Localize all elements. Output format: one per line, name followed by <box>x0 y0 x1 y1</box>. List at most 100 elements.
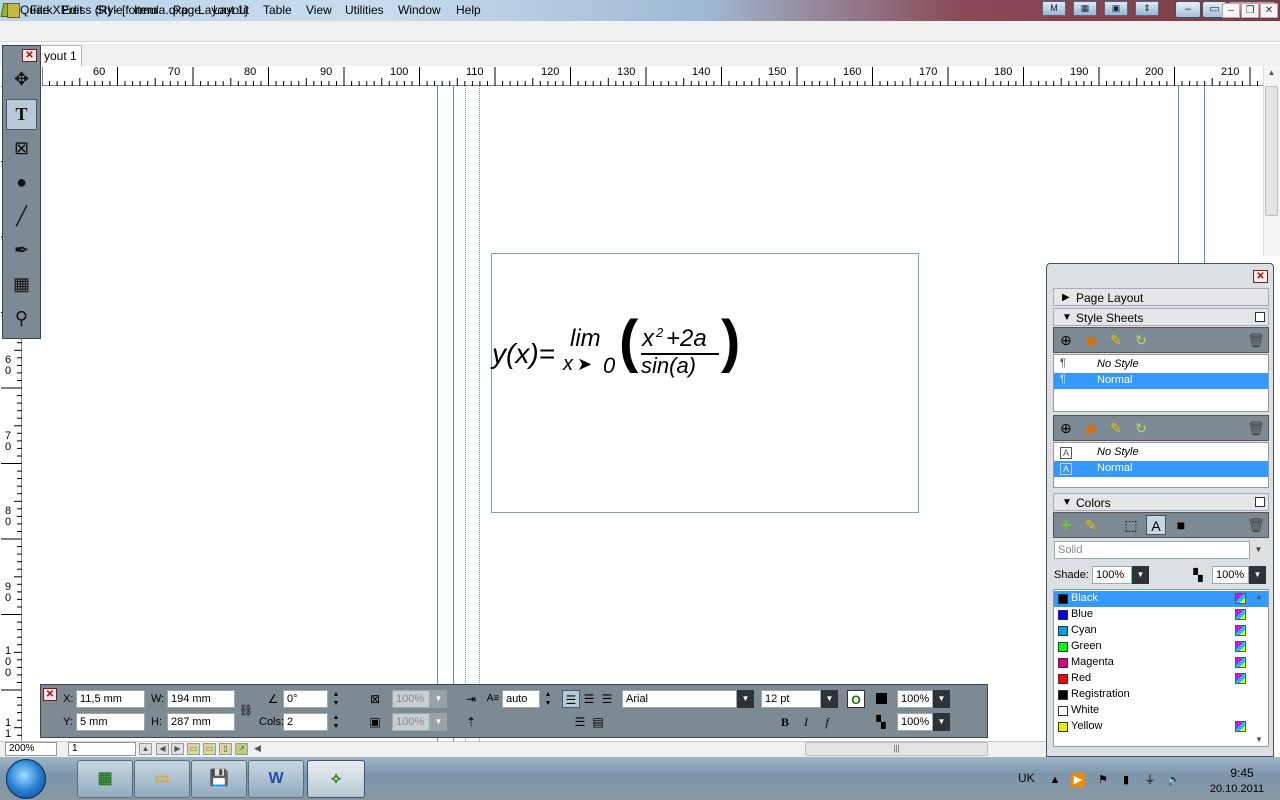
oval-tool-icon[interactable]: ● <box>6 167 37 198</box>
palette-opacity-dropdown[interactable]: ▼ <box>1249 566 1266 584</box>
h-field[interactable]: 287 mm <box>167 713 235 731</box>
menu-edit[interactable]: Edit <box>62 3 83 17</box>
align-right-icon[interactable]: ☰ <box>598 690 616 708</box>
y-field[interactable]: 5 mm <box>76 713 145 731</box>
clock-date[interactable]: 20.10.2011 <box>1202 783 1272 795</box>
quark-tool-a-icon[interactable]: M <box>1042 1 1066 16</box>
doc-minimize-button[interactable]: – <box>1222 3 1240 18</box>
text-box[interactable] <box>491 253 919 513</box>
tray-flag-icon[interactable]: ⚑ <box>1096 773 1110 787</box>
text-color-mode-icon[interactable]: A <box>1146 515 1166 535</box>
leading-field[interactable]: auto <box>502 690 540 708</box>
new-char-style-icon[interactable]: ⊕ <box>1056 418 1076 438</box>
horizontal-scroll-thumb[interactable]: ||| <box>805 742 988 756</box>
edit-style-icon[interactable]: ◉ <box>1081 330 1101 350</box>
character-style-list[interactable]: A No Style A Normal <box>1053 442 1269 488</box>
text-flow-icon[interactable]: ⇥ <box>462 690 480 708</box>
pen-tool-icon[interactable]: ✒ <box>6 235 37 266</box>
align-justify-icon[interactable]: ☰ <box>571 713 589 731</box>
color-item[interactable]: Cyan <box>1054 623 1268 639</box>
word-icon[interactable]: W <box>248 760 304 798</box>
prev-page-icon[interactable]: ◀ <box>156 743 169 755</box>
scroll-up-icon[interactable]: ▲ <box>1265 68 1278 82</box>
list-item[interactable]: ¶ No Style <box>1054 357 1268 373</box>
color-item[interactable]: Blue <box>1054 607 1268 623</box>
document-icon[interactable] <box>7 3 20 18</box>
pencil-icon[interactable]: ✎ <box>1106 418 1126 438</box>
link-icon[interactable]: ⛓ <box>237 702 255 720</box>
language-indicator[interactable]: UK <box>1018 771 1035 785</box>
edit-char-style-icon[interactable]: ◉ <box>1081 418 1101 438</box>
page-field[interactable]: 1 <box>68 742 136 756</box>
list-scroll-down-icon[interactable]: ▼ <box>1255 735 1263 744</box>
align-left-icon[interactable]: ☰ <box>562 690 580 708</box>
tray-device-icon[interactable]: ⏚ <box>1143 773 1157 787</box>
text-inset-icon[interactable]: ⇡ <box>462 713 480 731</box>
opacity-dropdown-1[interactable]: ▼ <box>430 690 447 708</box>
size-field[interactable]: 12 pt <box>761 690 821 708</box>
opacity-field-2[interactable]: 100% <box>392 713 430 731</box>
split-view-icon[interactable]: ▭ <box>203 743 216 755</box>
quark-tool-b-icon[interactable]: ▦ <box>1073 1 1097 16</box>
page-menu-icon[interactable]: ▲ <box>139 743 152 755</box>
clock-time[interactable]: 9:45 <box>1212 766 1272 780</box>
export-icon[interactable]: ↗ <box>235 743 248 755</box>
palette-options-icon[interactable] <box>1255 312 1265 322</box>
edit-color-icon[interactable]: ✎ <box>1081 515 1101 535</box>
palette-options-icon[interactable] <box>1255 497 1265 507</box>
zoom-tool-icon[interactable]: ⚲ <box>6 303 37 334</box>
align-force-icon[interactable]: ▤ <box>589 713 607 731</box>
tray-media-icon[interactable]: ▶ <box>1071 773 1085 787</box>
pencil-icon[interactable]: ✎ <box>1106 330 1126 350</box>
font-dropdown[interactable]: ▼ <box>737 690 754 708</box>
minimize-button[interactable]: – <box>1175 1 1201 18</box>
quark-tool-c-icon[interactable]: ▣ <box>1104 1 1128 16</box>
opacity-dropdown-2[interactable]: ▼ <box>430 713 447 731</box>
shade-field-1[interactable]: 100% <box>897 690 933 708</box>
list-item[interactable]: A No Style <box>1054 445 1268 461</box>
cols-field[interactable]: 2 <box>283 713 328 731</box>
cols-spinner[interactable]: ▲ ▼ <box>331 713 341 731</box>
paragraph-style-list[interactable]: ¶ No Style ¶ Normal <box>1053 354 1269 412</box>
tray-expand-icon[interactable]: ▲ <box>1048 773 1062 787</box>
window-view-icon[interactable]: ▯ <box>219 743 232 755</box>
explorer-icon[interactable]: ▭ <box>134 760 190 798</box>
quarkxpress-taskbar-icon[interactable]: ⟡ <box>307 760 365 798</box>
palette-opacity-field[interactable]: 100% <box>1212 566 1249 584</box>
color-item[interactable]: Black <box>1054 591 1268 607</box>
scroll-left-icon[interactable]: ◀ <box>254 743 261 754</box>
doc-close-button[interactable]: ✕ <box>1260 3 1278 18</box>
list-item[interactable]: ¶ Normal <box>1054 373 1268 389</box>
shadow-icon[interactable]: ▣ <box>366 713 384 731</box>
angle-field[interactable]: 0° <box>283 690 328 708</box>
w-field[interactable]: 194 mm <box>167 690 235 708</box>
menu-utilities[interactable]: Utilities <box>345 3 384 17</box>
background-color-icon[interactable]: ■ <box>1171 515 1191 535</box>
close-icon[interactable]: ✕ <box>43 688 57 701</box>
color-item[interactable]: Green <box>1054 639 1268 655</box>
line-tool-icon[interactable]: ╱ <box>6 201 37 232</box>
menu-file[interactable]: File <box>30 3 49 17</box>
text-tool-icon[interactable]: T <box>6 99 37 130</box>
menu-table[interactable]: Table <box>263 3 292 17</box>
menu-layout[interactable]: Layout <box>213 3 249 17</box>
leading-spinner[interactable]: ▲ ▼ <box>543 690 553 708</box>
fill-type-select[interactable]: Solid <box>1054 541 1250 559</box>
menu-window[interactable]: Window <box>398 3 441 17</box>
color-item[interactable]: Registration <box>1054 687 1268 703</box>
delete-style-icon[interactable]: 🗑 <box>1246 330 1266 350</box>
italic-button[interactable]: I <box>797 713 815 731</box>
palette-shade-dropdown[interactable]: ▼ <box>1132 566 1149 584</box>
color-list[interactable]: Black Blue Cyan Green Magenta Red Registration… <box>1053 589 1269 747</box>
size-dropdown[interactable]: ▼ <box>821 690 838 708</box>
menu-page[interactable]: Page <box>173 3 201 17</box>
fill-type-dropdown[interactable]: ▼ <box>1250 541 1267 559</box>
volume-icon[interactable]: 🔈 <box>1167 773 1181 787</box>
color-item[interactable]: Red <box>1054 671 1268 687</box>
start-button[interactable] <box>6 759 46 799</box>
scroll-thumb[interactable] <box>1265 86 1278 216</box>
color-item[interactable]: Yellow <box>1054 719 1268 735</box>
quark-tool-d-icon[interactable]: ⇕ <box>1135 1 1159 16</box>
x-field[interactable]: 11,5 mm <box>76 690 145 708</box>
tray-network-icon[interactable]: ▮ <box>1119 773 1133 787</box>
